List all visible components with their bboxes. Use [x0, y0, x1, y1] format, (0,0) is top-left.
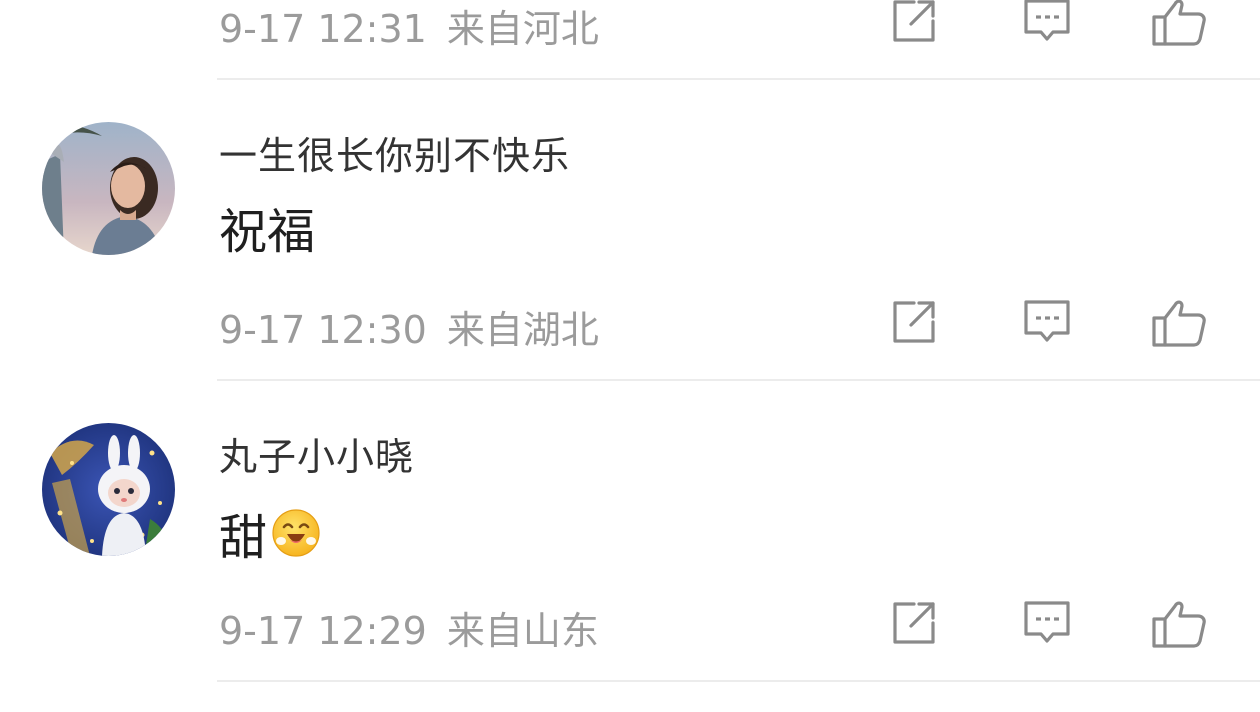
reply-button[interactable]	[1020, 596, 1074, 650]
share-icon	[893, 602, 935, 644]
comment-content: 祝福	[219, 192, 315, 262]
share-button[interactable]	[887, 0, 941, 48]
comment-location: 来自湖北	[446, 308, 599, 352]
reply-button[interactable]	[1020, 295, 1074, 349]
reply-button[interactable]	[1020, 0, 1074, 48]
like-button[interactable]	[1151, 596, 1206, 650]
smiling-face-emoji	[271, 508, 321, 558]
comment-time: 9-17 12:29	[219, 609, 427, 653]
comment-item: 丸子小小晓 甜 9-17 12:29 来自山东	[0, 381, 1260, 682]
white-bunny-figure-avatar	[42, 423, 175, 556]
comment-time: 9-17 12:30	[219, 308, 427, 352]
thumbs-up-icon	[1152, 601, 1206, 648]
comment-icon	[1024, 0, 1070, 41]
like-button[interactable]	[1151, 0, 1206, 48]
woman-portrait-avatar	[42, 122, 175, 255]
comment-location: 来自山东	[446, 609, 599, 653]
comment-icon	[1024, 601, 1070, 643]
thumbs-up-icon	[1152, 0, 1206, 46]
divider	[217, 680, 1260, 682]
like-button[interactable]	[1151, 295, 1206, 349]
comment-icon	[1024, 300, 1070, 342]
comment-item: 一生很长你别不快乐 祝福 9-17 12:30 来自湖北	[0, 80, 1260, 381]
comment-content: 甜	[219, 498, 321, 568]
comment-meta: 9-17 12:29 来自山东	[219, 600, 599, 655]
comment-list: 9-17 12:31 来自河北 一生很长你别不快乐 祝福 9-17 12:30 …	[0, 0, 1260, 712]
comment-meta: 9-17 12:30 来自湖北	[219, 299, 599, 354]
comment-text: 祝福	[219, 204, 316, 260]
comment-text: 甜	[219, 510, 268, 566]
comment-username[interactable]: 丸子小小晓	[219, 426, 414, 481]
share-icon	[893, 301, 935, 343]
comment-meta: 9-17 12:31 来自河北	[219, 0, 599, 53]
comment-time: 9-17 12:31	[219, 7, 427, 51]
share-button[interactable]	[887, 596, 941, 650]
thumbs-up-icon	[1152, 300, 1206, 347]
user-avatar[interactable]	[42, 423, 175, 556]
comment-username[interactable]: 一生很长你别不快乐	[219, 125, 570, 180]
comment-item-partial: 9-17 12:31 来自河北	[0, 0, 1260, 80]
comment-location: 来自河北	[446, 7, 599, 51]
user-avatar[interactable]	[42, 122, 175, 255]
share-icon	[893, 0, 935, 42]
share-button[interactable]	[887, 295, 941, 349]
